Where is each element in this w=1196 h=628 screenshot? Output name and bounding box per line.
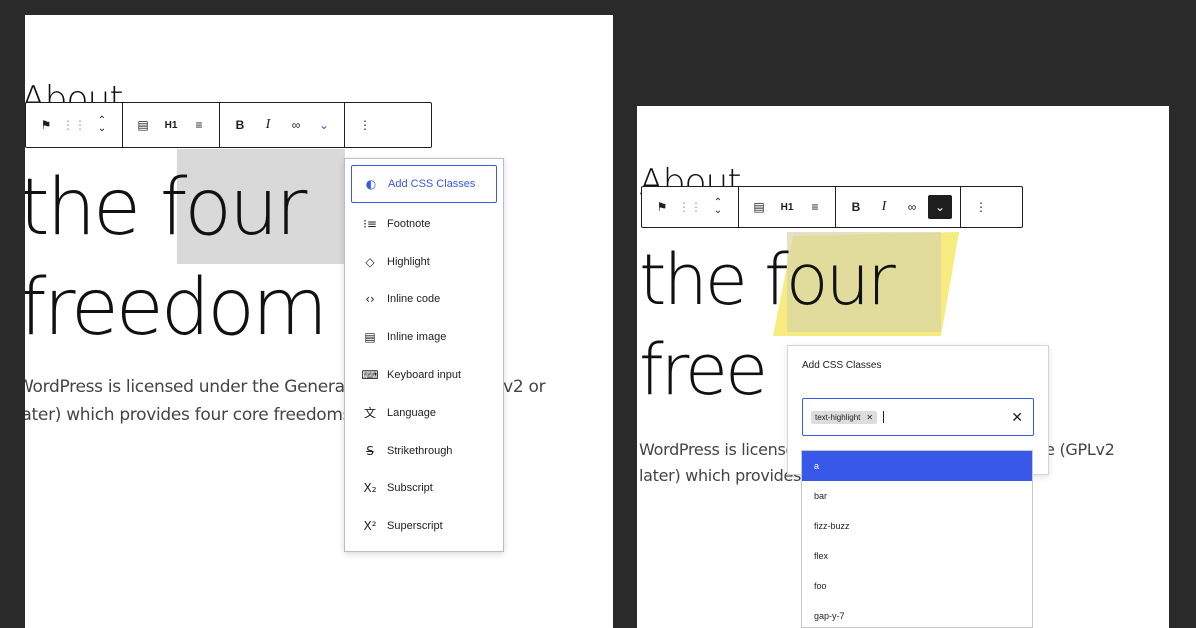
more-options-icon[interactable]: ⋮ [353, 113, 377, 137]
format-menu-item-label: Footnote [387, 217, 431, 230]
code-icon: ‹› [365, 292, 375, 307]
block-toolbar-right: ⚑ ⋮⋮ ⌃ ⌄ ▤ H1 ≡ B I ∞ ⌄ ⋮ [641, 186, 1023, 228]
class-token: text-highlight ✕ [811, 410, 878, 424]
format-menu-item[interactable]: 文 Language [345, 394, 503, 432]
clear-icon[interactable]: ✕ [1011, 409, 1023, 426]
format-menu-item-label: Subscript [387, 482, 433, 495]
format-menu-item-label: Strikethrough [387, 444, 453, 457]
image-icon: ▤ [364, 330, 376, 345]
format-menu-item-label: Inline code [387, 293, 441, 306]
class-suggestion-item[interactable]: gap-y-7 [802, 601, 1032, 627]
language-icon: 文 [363, 406, 376, 421]
format-menu-item-label: Superscript [387, 520, 443, 533]
paragraph-line-2[interactable]: later) which provides four core freedoms [25, 405, 352, 425]
heading-word-four-highlighted: four [764, 239, 896, 321]
css-class-token-input[interactable]: text-highlight ✕ ✕ [802, 398, 1034, 436]
align-text-icon[interactable]: ≡ [187, 113, 211, 137]
keyboard-icon: ⌨ [361, 368, 379, 383]
format-menu-item-label: Add CSS Classes [388, 178, 476, 190]
text-caret [883, 411, 885, 423]
superscript-icon: X² [363, 519, 377, 534]
format-menu-item[interactable]: ◇ Highlight [345, 243, 503, 281]
format-menu-item[interactable]: ◐ Add CSS Classes [351, 165, 497, 203]
class-suggestion-item[interactable]: fizz-buzz [802, 511, 1032, 541]
block-toolbar-left: ⚑ ⋮⋮ ⌃ ⌄ ▤ H1 ≡ B I ∞ ⌄ ⋮ [25, 102, 432, 148]
link-icon[interactable]: ∞ [284, 113, 308, 137]
chevron-down-icon[interactable]: ⌄ [928, 195, 952, 219]
heading-line-2: free [639, 329, 768, 411]
toolbar-format-group: B I ∞ ⌄ [220, 103, 345, 147]
class-suggestion-item[interactable]: a [802, 451, 1032, 481]
heading-level-button[interactable]: H1 [159, 113, 183, 137]
toolbar-options-group: ⋮ [961, 187, 1001, 227]
link-icon[interactable]: ∞ [900, 195, 924, 219]
drag-handle-icon[interactable]: ⋮⋮ [62, 113, 86, 137]
class-token-label: text-highlight [815, 412, 861, 422]
align-text-icon[interactable]: ≡ [803, 195, 827, 219]
css-class-icon: ◐ [365, 177, 377, 191]
heading-line-1[interactable]: the four [639, 239, 896, 321]
bold-button[interactable]: B [228, 113, 252, 137]
italic-button[interactable]: I [872, 195, 896, 219]
format-menu-item[interactable]: ‹› Inline code [345, 281, 503, 319]
format-menu-item[interactable]: S̶ Strikethrough [345, 432, 503, 470]
italic-button[interactable]: I [256, 113, 280, 137]
format-menu-item-label: Keyboard input [387, 369, 461, 382]
format-dropdown-menu: ◐ Add CSS Classes ⁝≡ Footnote ◇ Highlight ‹› In… [344, 158, 504, 552]
remove-token-icon[interactable]: ✕ [866, 413, 873, 422]
class-suggestion-item[interactable]: foo [802, 571, 1032, 601]
move-up-down-icon[interactable]: ⌃ ⌄ [706, 195, 730, 219]
highlight-icon: ◇ [365, 254, 375, 269]
heading-line-1[interactable]: the four [25, 163, 308, 253]
toolbar-format-group: B I ∞ ⌄ [836, 187, 961, 227]
heading-line-2: freedom [25, 263, 328, 353]
format-menu-item[interactable]: ⁝≡ Footnote [345, 205, 503, 243]
align-full-icon[interactable]: ▤ [747, 195, 771, 219]
bookmark-icon[interactable]: ⚑ [34, 113, 58, 137]
chevron-down-icon[interactable]: ⌄ [312, 113, 336, 137]
align-full-icon[interactable]: ▤ [131, 113, 155, 137]
class-suggestion-item[interactable]: bar [802, 481, 1032, 511]
heading-word-four-selected: four [159, 163, 308, 253]
class-suggestions-list: a bar fizz-buzz flex foo gap-y-7 [801, 450, 1033, 628]
format-menu-item[interactable]: ▤ Inline image [345, 318, 503, 356]
heading-word-the: the [639, 239, 765, 321]
bold-button[interactable]: B [844, 195, 868, 219]
strikethrough-icon: S̶ [366, 443, 374, 458]
heading-level-button[interactable]: H1 [775, 195, 799, 219]
drag-handle-icon[interactable]: ⋮⋮ [678, 195, 702, 219]
class-suggestion-item[interactable]: flex [802, 541, 1032, 571]
toolbar-options-group: ⋮ [345, 103, 385, 147]
format-menu-item-label: Highlight [387, 255, 430, 268]
format-menu-item-label: Inline image [387, 331, 447, 344]
heading-word-the: the [25, 163, 160, 253]
bookmark-icon[interactable]: ⚑ [650, 195, 674, 219]
toolbar-block-group: ⚑ ⋮⋮ ⌃ ⌄ [26, 103, 123, 147]
toolbar-heading-group: ▤ H1 ≡ [123, 103, 220, 147]
popover-title: Add CSS Classes [802, 360, 882, 371]
move-up-down-icon[interactable]: ⌃ ⌄ [90, 113, 114, 137]
format-menu-item[interactable]: X₂ Subscript [345, 470, 503, 508]
format-menu-item[interactable]: X² Superscript [345, 507, 503, 545]
toolbar-block-group: ⚑ ⋮⋮ ⌃ ⌄ [642, 187, 739, 227]
subscript-icon: X₂ [363, 481, 377, 496]
format-menu-item-label: Language [387, 406, 436, 419]
footnote-icon: ⁝≡ [363, 216, 377, 231]
toolbar-heading-group: ▤ H1 ≡ [739, 187, 836, 227]
more-options-icon[interactable]: ⋮ [969, 195, 993, 219]
format-menu-item[interactable]: ⌨ Keyboard input [345, 356, 503, 394]
